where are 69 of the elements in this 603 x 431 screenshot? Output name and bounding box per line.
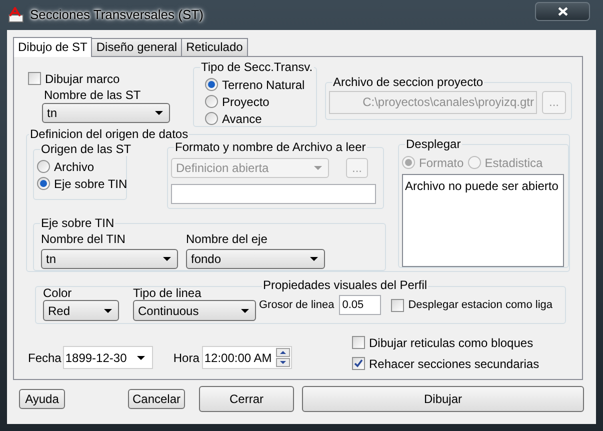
tab[interactable]: Reticulado — [181, 38, 248, 56]
dropdown[interactable]: tn — [42, 103, 170, 123]
date-picker[interactable]: 1899-12-30 — [63, 346, 154, 369]
radio-button[interactable] — [205, 95, 218, 108]
field-label: Grosor de linea — [259, 298, 334, 313]
window-title: Secciones Transversales (ST) — [30, 6, 204, 24]
radio-button[interactable] — [205, 112, 218, 125]
checkbox[interactable] — [352, 357, 365, 370]
caret-icon — [163, 257, 171, 261]
caret-icon — [137, 356, 146, 360]
spin-up-button[interactable] — [276, 348, 290, 357]
field-label: Nombre del eje — [186, 232, 268, 246]
dropdown[interactable]: Red — [43, 300, 119, 321]
dropdown[interactable]: fondo — [186, 249, 325, 269]
field-label: Nombre de las ST — [44, 88, 142, 102]
caret-icon — [155, 111, 163, 115]
radio-label: Formato — [419, 154, 464, 172]
spin-down-button[interactable] — [276, 358, 290, 367]
input-field[interactable] — [171, 184, 376, 204]
checkmark-icon — [354, 359, 363, 368]
app-icon — [8, 7, 24, 23]
group-title: Propiedades visuales del Perfil — [262, 278, 428, 292]
up-arrow-icon — [280, 351, 286, 354]
close-icon — [558, 7, 568, 16]
radio-label: Terreno Natural — [222, 76, 305, 94]
radio-label: Eje sobre TIN — [54, 176, 128, 192]
checkbox-label: Desplegar estacion como liga — [408, 298, 553, 313]
close-button[interactable] — [535, 2, 590, 21]
button[interactable]: Ayuda — [19, 388, 65, 408]
button[interactable]: Cancelar — [128, 388, 185, 408]
radio-button[interactable] — [37, 177, 50, 190]
radio-label: Archivo — [54, 158, 94, 176]
group-title: Formato y nombre de Archivo a leer — [174, 140, 367, 154]
radio-label: Avance — [222, 110, 262, 128]
button[interactable]: Cerrar — [199, 386, 294, 412]
radio-button[interactable] — [205, 78, 218, 91]
input-field[interactable]: 0.05 — [339, 295, 382, 315]
group-title: Definicion del origen de datos — [29, 127, 190, 141]
field-label: Hora — [173, 350, 200, 366]
time-field[interactable]: 12:00:00 AM — [202, 346, 292, 369]
group-title: Eje sobre TIN — [40, 216, 116, 230]
field-label: Nombre del TIN — [41, 232, 126, 246]
list-item[interactable]: Archivo no puede ser abierto — [405, 179, 558, 193]
dropdown[interactable]: Continuous — [133, 300, 256, 321]
caret-icon — [104, 308, 112, 312]
group-title: Tipo de Secc.Transv. — [200, 60, 314, 74]
field-label: Tipo de linea — [133, 286, 202, 300]
radio-label: Estadistica — [484, 154, 543, 172]
dropdown[interactable]: tn — [41, 249, 178, 269]
caret-icon — [241, 308, 249, 312]
tab[interactable]: Dibujo de ST — [13, 37, 92, 57]
down-arrow-icon — [280, 361, 286, 364]
checkbox-label: Dibujar marco — [45, 70, 120, 88]
group-title: Archivo de seccion proyecto — [332, 75, 484, 89]
checkbox[interactable] — [28, 72, 41, 85]
checkbox-label: Dibujar reticulas como bloques — [369, 334, 534, 352]
checkbox-label: Rehacer secciones secundarias — [369, 356, 540, 372]
button[interactable]: Dibujar — [302, 386, 584, 412]
checkbox[interactable] — [352, 336, 365, 349]
tab[interactable]: Diseño general — [91, 38, 182, 56]
radio-button[interactable] — [37, 160, 50, 173]
radio-label: Proyecto — [222, 94, 270, 110]
group-title: Desplegar — [405, 137, 462, 151]
caret-icon — [314, 166, 322, 170]
checkbox[interactable] — [391, 298, 404, 312]
field-label: Color — [43, 286, 73, 300]
group-title: Origen de las ST — [40, 142, 132, 156]
field-label: Fecha — [28, 350, 62, 366]
caret-icon — [310, 257, 318, 261]
